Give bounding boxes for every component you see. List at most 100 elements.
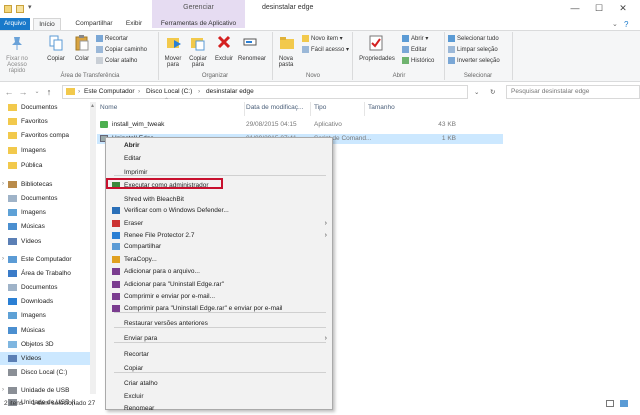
maximize-button[interactable]: ☐ (590, 2, 608, 14)
column-date[interactable]: Data de modificaç... (246, 104, 303, 111)
context-menu-item[interactable]: Recortar (105, 348, 333, 361)
properties-button[interactable]: Propriedades (356, 56, 398, 62)
tab-exibir[interactable]: Exibir (121, 18, 147, 30)
address-dropdown-icon[interactable]: ⌄ (474, 88, 479, 96)
large-icons-view-icon[interactable] (620, 400, 628, 407)
tab-ferramentas[interactable]: Ferramentas de Aplicativo (152, 18, 245, 30)
delete-button[interactable]: Excluir (210, 56, 238, 62)
minimize-button[interactable]: — (566, 2, 584, 14)
tab-inicio[interactable]: Início (33, 18, 61, 30)
sidebar-item[interactable]: Bibliotecas (8, 179, 88, 191)
select-all-button[interactable]: Selecionar tudo (448, 35, 499, 42)
sidebar-item[interactable]: Área de Trabalho (8, 268, 88, 280)
sidebar-item[interactable]: Músicas (8, 325, 88, 337)
column-type[interactable]: Tipo (314, 104, 326, 111)
sidebar-item[interactable]: Downloads (8, 296, 88, 308)
sidebar-item[interactable]: Músicas (8, 221, 88, 233)
context-menu-item[interactable]: Restaurar versões anteriores (105, 317, 333, 330)
context-menu-item[interactable]: Enviar para › (105, 332, 333, 345)
breadcrumb-disco-local[interactable]: Disco Local (C:) (146, 88, 192, 95)
context-menu-item[interactable]: Adicionar para o arquivo... (105, 265, 333, 278)
properties-icon[interactable] (4, 5, 12, 13)
sidebar-item[interactable]: Imagens (8, 145, 88, 157)
tab-arquivo[interactable]: Arquivo (0, 18, 30, 30)
qat-dropdown-icon[interactable]: ▾ (28, 3, 32, 11)
expand-chevron-icon[interactable]: › (2, 256, 4, 262)
sidebar-item[interactable]: Favoritos compa (8, 130, 88, 142)
search-input[interactable]: Pesquisar desinstalar edge (506, 85, 640, 99)
new-folder-icon[interactable] (16, 5, 24, 13)
refresh-icon[interactable]: ↻ (490, 88, 495, 96)
sidebar-item[interactable]: Imagens (8, 207, 88, 219)
copy-icon[interactable] (48, 34, 64, 52)
invert-selection-button[interactable]: Inverter seleção (448, 57, 500, 64)
sidebar-item[interactable]: Objetos 3D (8, 339, 88, 351)
context-menu-item[interactable]: Comprimir para "Uninstall Edge.rar" e en… (105, 302, 333, 315)
expand-chevron-icon[interactable]: › (2, 181, 4, 187)
paste-icon[interactable] (74, 34, 90, 52)
rename-icon[interactable] (243, 35, 257, 49)
context-menu-item[interactable]: Editar (105, 152, 333, 165)
properties-icon[interactable] (368, 34, 384, 52)
pin-label[interactable]: Fixar no Acesso rápido (0, 56, 34, 74)
sidebar-item[interactable]: Este Computador (8, 254, 88, 266)
sidebar-item[interactable]: Disco Local (C:) (8, 367, 88, 379)
context-menu-item[interactable]: Compartilhar (105, 240, 333, 253)
cut-button[interactable]: Recortar (96, 35, 128, 42)
ribbon-collapse-icon[interactable]: ⌄ (612, 20, 618, 28)
move-to-icon[interactable] (166, 34, 182, 52)
context-menu-item[interactable]: Verificar com o Windows Defender... (105, 204, 333, 217)
column-size[interactable]: Tamanho (368, 104, 395, 111)
sidebar-item[interactable]: Favoritos (8, 116, 88, 128)
close-button[interactable]: ✕ (614, 2, 632, 14)
copy-button[interactable]: Copiar (42, 56, 70, 62)
expand-chevron-icon[interactable]: › (2, 387, 4, 393)
context-menu-item[interactable]: Abrir (105, 139, 333, 152)
copy-to-button[interactable]: Copiar para (184, 56, 212, 68)
sidebar-item-label: Imagens (21, 209, 46, 216)
column-name[interactable]: Nome (100, 104, 117, 111)
sidebar-item[interactable]: Vídeos (8, 236, 88, 248)
help-icon[interactable]: ? (624, 20, 628, 29)
breadcrumb-desinstalar-edge[interactable]: desinstalar edge (206, 88, 254, 95)
forward-button[interactable]: → (18, 86, 28, 98)
sidebar-item[interactable]: Imagens (8, 310, 88, 322)
open-button[interactable]: Abrir ▾ (402, 35, 428, 42)
column-separator[interactable] (364, 102, 365, 116)
tab-compartilhar[interactable]: Compartilhar (70, 18, 118, 30)
nav-scrollbar[interactable] (90, 102, 96, 394)
clear-selection-button[interactable]: Limpar seleção (448, 46, 498, 53)
breadcrumb-este-computador[interactable]: Este Computador (84, 88, 135, 95)
copy-path-button[interactable]: Copiar caminho (96, 46, 147, 53)
table-row[interactable]: install_wim_tweak 29/08/2015 04:15 Aplic… (100, 119, 505, 130)
context-menu-item[interactable]: Criar atalho (105, 377, 333, 390)
history-button[interactable]: Histórico (402, 57, 434, 64)
new-folder-button[interactable]: Nova pasta (274, 56, 298, 68)
column-separator[interactable] (310, 102, 311, 116)
pin-icon[interactable] (10, 35, 24, 51)
move-to-button[interactable]: Mover para (160, 56, 186, 68)
back-button[interactable]: ← (4, 86, 14, 98)
up-button[interactable]: ↑ (44, 86, 54, 98)
new-item-button[interactable]: Novo item ▾ (302, 35, 343, 42)
easy-access-button[interactable]: Fácil acesso ▾ (302, 46, 349, 53)
details-view-icon[interactable] (606, 400, 614, 407)
context-menu-item[interactable]: Renomear (105, 402, 333, 415)
sidebar-item[interactable]: Documentos (8, 102, 88, 114)
paste-shortcut-button[interactable]: Colar atalho (96, 57, 137, 64)
paste-button[interactable]: Colar (70, 56, 94, 62)
sidebar-item[interactable]: Documentos (8, 282, 88, 294)
sidebar-item[interactable]: Unidade de USB (8, 385, 88, 397)
rename-button[interactable]: Renomear (236, 56, 268, 62)
sidebar-item[interactable]: Documentos (8, 193, 88, 205)
copy-to-icon[interactable] (190, 34, 206, 52)
scroll-up-icon[interactable]: ▴ (91, 102, 94, 109)
sidebar-item[interactable]: Vídeos (8, 353, 88, 365)
edit-button[interactable]: Editar (402, 46, 427, 53)
recent-locations-button[interactable]: ⌄ (32, 86, 42, 98)
delete-icon[interactable] (217, 35, 231, 49)
new-folder-icon[interactable] (279, 34, 295, 52)
column-separator[interactable] (244, 102, 245, 116)
context-menu-item[interactable]: Copiar (105, 362, 333, 375)
sidebar-item[interactable]: Pública (8, 160, 88, 172)
